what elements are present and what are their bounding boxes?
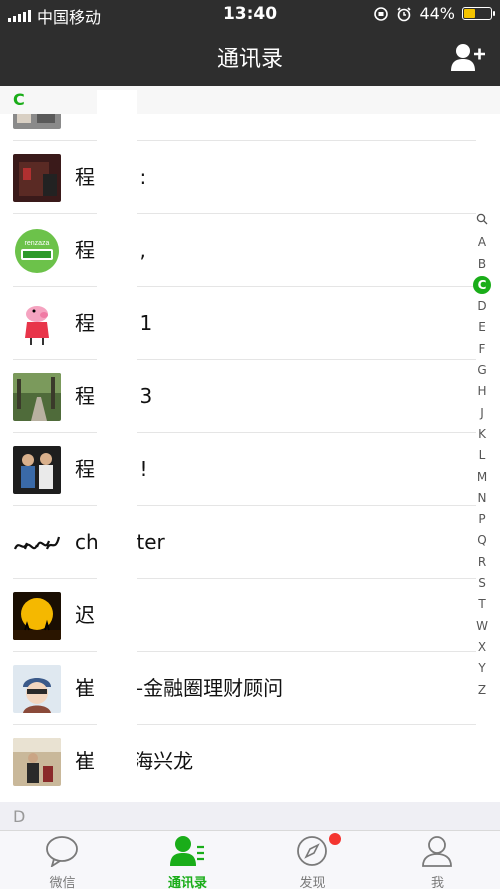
chat-bubble-icon [46,836,78,867]
tab-contacts[interactable]: 通讯录 [125,831,250,891]
index-search-icon[interactable] [472,211,492,232]
index-letter[interactable]: W [472,616,492,637]
index-letter[interactable]: B [472,254,492,275]
section-header-d: D [0,802,500,830]
compass-icon [297,836,327,866]
contact-row[interactable]: 迟 [0,579,476,652]
avatar [13,300,61,348]
alphabet-index[interactable]: A B C D E F G H J K L M N P Q R S T W X … [472,211,492,701]
contact-row[interactable]: 崔 –金融圈理财顾问 [0,652,476,725]
avatar [13,738,61,786]
avatar [13,446,61,494]
index-letter-active[interactable]: C [472,275,492,296]
index-letter[interactable]: L [472,445,492,466]
index-letter[interactable]: F [472,339,492,360]
avatar [13,665,61,713]
index-letter[interactable]: H [472,381,492,402]
index-letter[interactable]: X [472,637,492,658]
nav-bar: 通讯录 [0,28,500,86]
alarm-icon [397,6,412,21]
contact-row[interactable]: 程 1 [0,287,476,360]
contact-row[interactable]: ch oter [0,506,476,579]
section-header-c: C [0,86,500,114]
person-icon [422,836,452,867]
add-contact-icon[interactable] [450,42,486,72]
avatar [13,592,61,640]
avatar [13,114,61,129]
contact-row[interactable]: 程 ! [0,433,476,506]
avatar [13,373,61,421]
contact-row[interactable]: 程 : [0,141,476,214]
notification-badge [329,833,341,845]
index-letter[interactable]: Z [472,680,492,701]
index-letter[interactable]: Y [472,658,492,679]
contact-list: 程 : renzaza 程 , 程 1 程 3 程 ! ch oter 迟 崔 … [0,114,500,802]
privacy-mask [97,90,137,800]
tab-label: 发现 [299,876,326,891]
contact-row-partial[interactable] [0,114,476,141]
index-letter[interactable]: J [472,403,492,424]
index-letter[interactable]: Q [472,530,492,551]
rotation-lock-icon [374,6,389,21]
tab-bar: 微信 通讯录 发现 我 [0,830,500,891]
index-letter[interactable]: S [472,573,492,594]
index-letter[interactable]: N [472,488,492,509]
avatar [13,519,61,567]
tab-label: 我 [430,876,444,891]
status-right: 44% [373,4,495,23]
index-letter[interactable]: R [472,552,492,573]
contact-name: 迟 [75,603,95,627]
index-letter[interactable]: K [472,424,492,445]
tab-discover[interactable]: 发现 [250,831,375,891]
index-letter[interactable]: G [472,360,492,381]
tab-chats[interactable]: 微信 [0,831,125,891]
status-bar: 中国移动 13:40 44% [0,0,500,28]
contact-row[interactable]: 程 3 [0,360,476,433]
battery-percent: 44% [419,4,455,23]
index-letter[interactable]: D [472,296,492,317]
tab-label: 通讯录 [167,876,207,891]
index-letter[interactable]: T [472,594,492,615]
avatar [13,154,61,202]
contacts-icon [170,836,204,866]
index-letter[interactable]: A [472,232,492,253]
avatar: renzaza [13,227,61,275]
battery-icon [462,7,495,20]
index-letter[interactable]: E [472,317,492,338]
page-title: 通讯录 [216,47,283,72]
svg-text:renzaza: renzaza [25,240,50,247]
tab-label: 微信 [49,876,76,891]
contact-row[interactable]: renzaza 程 , [0,214,476,287]
index-letter[interactable]: P [472,509,492,530]
index-letter[interactable]: M [472,467,492,488]
tab-me[interactable]: 我 [375,831,500,891]
contact-row[interactable]: 崔 海兴龙 [0,725,476,798]
